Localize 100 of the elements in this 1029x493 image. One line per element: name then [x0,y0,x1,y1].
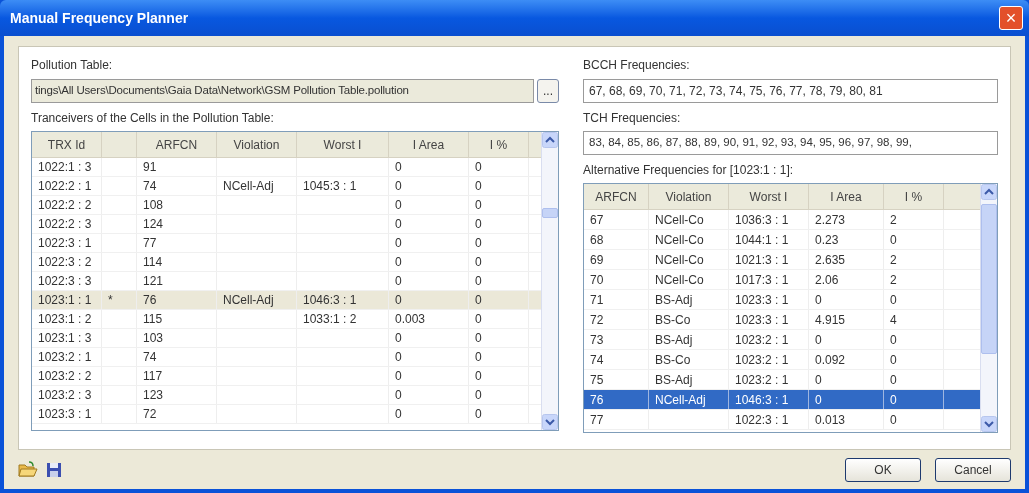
table-cell-text: 0 [890,331,897,349]
scroll-thumb[interactable] [981,204,997,354]
table-row[interactable]: 1022:2 : 3 124 0 0 [32,215,541,234]
table-cell-text: 0 [475,349,482,366]
table-cell-text: 0 [395,254,402,271]
table-cell-text: 0 [815,371,822,389]
table-cell-text: 2 [890,211,897,229]
table-row[interactable]: 73 BS-Adj 1023:2 : 1 0 0 [584,330,980,350]
table-row[interactable]: 1022:3 : 3 121 0 0 [32,272,541,291]
scrollbar[interactable] [980,184,997,432]
table-row[interactable]: 68 NCell-Co 1044:1 : 1 0.23 0 [584,230,980,250]
column-header: I Area [412,136,445,154]
table-cell-text: 1017:3 : 1 [735,271,789,289]
table-cell-text: 68 [590,231,604,249]
table-row[interactable]: 1023:2 : 2 117 0 0 [32,367,541,386]
table-row[interactable]: 77 1022:3 : 1 0.013 0 [584,410,980,430]
cancel-button[interactable]: Cancel [935,457,1011,482]
table-row[interactable]: 74 BS-Co 1023:2 : 1 0.092 0 [584,350,980,370]
scroll-down-icon[interactable] [542,414,558,430]
table-cell-text: 0 [815,291,822,309]
table-row[interactable]: 1022:3 : 1 77 0 0 [32,234,541,253]
table-cell-text: 108 [143,197,164,214]
table-row[interactable]: 1023:1 : 1 * 76 NCell-Adj 1046:3 : 1 0 0 [32,291,541,310]
close-button[interactable]: × [999,6,1023,30]
table-cell-text: 0 [475,292,482,309]
table-cell-text: 1023:1 : 1 [38,292,92,309]
table-cell-text: 123 [143,387,164,404]
table-row[interactable]: 1022:1 : 3 91 0 0 [32,158,541,177]
table-cell-text: 77 [143,235,157,252]
table-cell-text: BS-Co [655,311,691,329]
table-cell-text: 1022:2 : 3 [38,216,92,233]
table-row[interactable]: 1023:3 : 1 72 0 0 [32,405,541,424]
table-row[interactable]: 76 NCell-Adj 1046:3 : 1 0 0 [584,390,980,410]
table-label: Alternative Frequencies for [1023:1 : 1]: [583,162,795,179]
table-cell-text: 103 [143,330,164,347]
scroll-down-icon[interactable] [981,416,997,432]
table-cell-text: 0 [890,371,897,389]
table-cell-text: 70 [590,271,604,289]
column-header: I Area [830,188,862,206]
table-cell-text: 2.635 [815,251,846,269]
table-cell-text: 117 [143,368,163,385]
table-cell-text: NCell-Adj [223,292,274,309]
table-row[interactable]: 1023:2 : 3 123 0 0 [32,386,541,405]
table-cell-text: 1033:1 : 2 [303,311,357,328]
table-cell-text: 0 [395,349,402,366]
table-row[interactable]: 1023:2 : 1 74 0 0 [32,348,541,367]
ok-button[interactable]: OK [845,457,921,482]
table-cell-text: 4.915 [815,311,846,329]
scroll-up-icon[interactable] [981,184,997,200]
scrollbar[interactable] [541,132,558,430]
table-row[interactable]: 72 BS-Co 1023:3 : 1 4.915 4 [584,310,980,330]
table-cell-text: 0.23 [815,231,839,249]
scroll-thumb[interactable] [542,208,558,218]
table-cell-text: 77 [590,411,604,429]
table-cell-text: 0.092 [815,351,846,369]
table-cell-text: 1022:2 : 2 [38,197,92,214]
table-row[interactable]: 1022:2 : 1 74 NCell-Adj 1045:3 : 1 0 0 [32,177,541,196]
table-cell-text: 0 [475,254,482,271]
table-cell-text: 0 [815,391,822,409]
table-row[interactable]: 69 NCell-Co 1021:3 : 1 2.635 2 [584,250,980,270]
table-cell-text: BS-Adj [655,371,693,389]
table-cell-text: BS-Adj [655,291,693,309]
table-row[interactable]: 1022:2 : 2 108 0 0 [32,196,541,215]
table-row[interactable]: 1023:1 : 2 115 1033:1 : 2 0.003 0 [32,310,541,329]
table-cell-text: 1023:2 : 1 [38,349,92,366]
table-cell-text: 0 [475,387,482,404]
save-icon[interactable] [46,461,62,478]
table-cell-text: 1023:3 : 1 [735,291,789,309]
column-header: Violation [233,136,280,154]
table-row[interactable]: 75 BS-Adj 1023:2 : 1 0 0 [584,370,980,390]
table-cell-text: 0 [475,406,482,423]
table-cell-text: 2.273 [815,211,846,229]
browse-button[interactable]: ... [537,79,559,103]
table-row[interactable]: 1022:3 : 2 114 0 0 [32,253,541,272]
window-title: Manual Frequency Planner [10,8,189,28]
table-cell-text: 1022:1 : 3 [38,159,92,176]
table-row[interactable]: 71 BS-Adj 1023:3 : 1 0 0 [584,290,980,310]
table-cell-text: 0 [475,273,482,290]
scroll-up-icon[interactable] [542,132,558,148]
tch-field[interactable]: 83, 84, 85, 86, 87, 88, 89, 90, 91, 92, 93, 94, 95, 96, 97, 98, 99, [583,131,998,155]
table-cell-text: 1023:1 : 3 [38,330,92,347]
table-cell-text: 121 [143,273,164,290]
table-cell-text: 0 [395,216,402,233]
field-label: TCH Frequencies: [583,110,682,127]
path-field[interactable]: tings\All Users\Documents\Gaia Data\Network\GSM Pollution Table.pollution [31,79,534,103]
table-cell-text: 76 [590,391,604,409]
table-cell-text: 1023:3 : 1 [38,406,92,423]
table-cell-text: 74 [143,349,157,366]
table-row[interactable]: 67 NCell-Co 1036:3 : 1 2.273 2 [584,210,980,230]
table-row[interactable]: 70 NCell-Co 1017:3 : 1 2.06 2 [584,270,980,290]
column-header: I % [904,188,923,206]
table-cell-text: NCell-Co [655,251,704,269]
table-cell-text: 1023:1 : 2 [38,311,92,328]
open-folder-icon[interactable] [18,460,38,479]
table-cell-text: 1045:3 : 1 [303,178,357,195]
bcch-field[interactable]: 67, 68, 69, 70, 71, 72, 73, 74, 75, 76, 77, 78, 79, 80, 81 [583,79,998,103]
table-cell-text: 1022:3 : 1 [735,411,789,429]
table-row[interactable]: 1023:1 : 3 103 0 0 [32,329,541,348]
column-header: Worst I [323,136,362,154]
table-cell-text: 0 [395,330,402,347]
